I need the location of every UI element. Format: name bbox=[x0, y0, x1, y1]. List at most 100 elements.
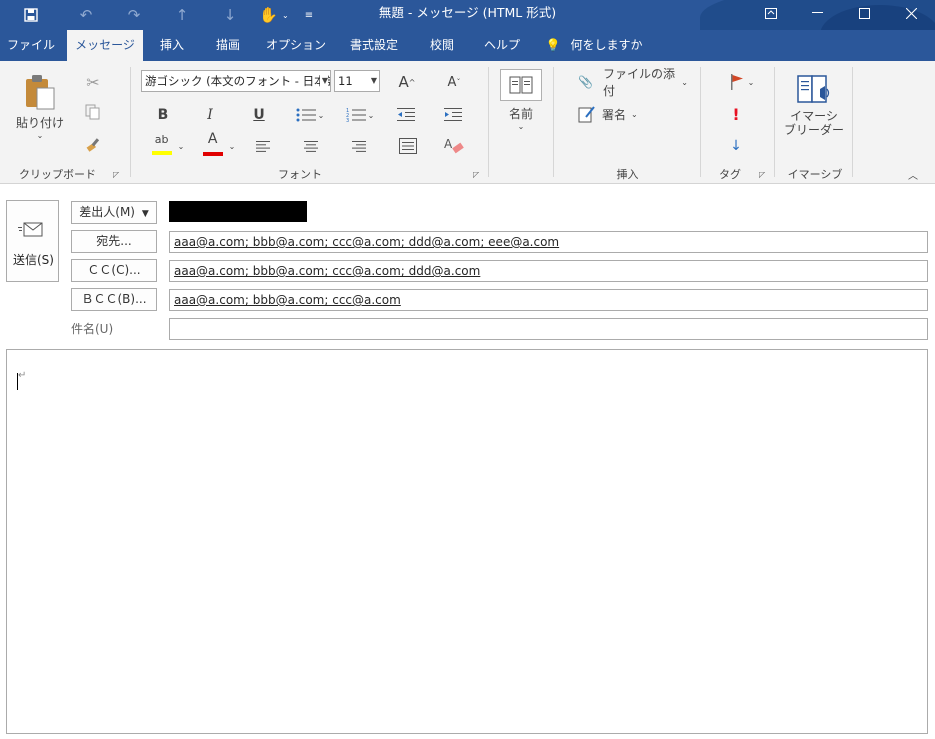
paste-icon bbox=[26, 75, 55, 110]
paste-button[interactable]: 貼り付け ⌄ bbox=[12, 67, 68, 147]
to-button[interactable]: 宛先... bbox=[71, 230, 157, 253]
group-label-immersive: イマーシブ bbox=[787, 168, 843, 181]
low-importance-icon[interactable]: ↓ bbox=[726, 135, 746, 157]
grow-font-icon[interactable]: A ^ bbox=[394, 71, 420, 93]
tab-format-text[interactable]: 書式設定 bbox=[338, 30, 410, 61]
paragraph-mark: ↵ bbox=[18, 370, 27, 381]
close-icon[interactable] bbox=[888, 0, 935, 26]
from-label: 差出人(M) bbox=[79, 205, 135, 219]
bcc-button[interactable]: ＢＣＣ(B)... bbox=[71, 288, 157, 311]
immersive-reader-icon bbox=[797, 75, 830, 103]
redo-icon[interactable]: ↷ bbox=[110, 0, 158, 30]
save-icon[interactable] bbox=[0, 0, 62, 30]
signature-icon bbox=[578, 106, 595, 123]
group-label-clipboard: クリップボード bbox=[19, 168, 96, 181]
cc-button[interactable]: ＣＣ(C)... bbox=[71, 259, 157, 282]
quick-access-toolbar: ↶ ↷ ↑ ↓ ✋ ⌄ ≡ bbox=[0, 0, 324, 30]
cut-icon[interactable]: ✂ bbox=[82, 71, 104, 93]
immersive-reader-button[interactable]: イマーシ ブリーダー bbox=[784, 67, 844, 143]
divider bbox=[130, 67, 131, 177]
align-center-icon[interactable] bbox=[300, 136, 322, 156]
format-painter-icon[interactable] bbox=[82, 133, 104, 155]
tab-insert[interactable]: 挿入 bbox=[148, 30, 196, 61]
font-size-combo[interactable]: 11 ▼ bbox=[334, 70, 380, 92]
highlight-color-icon[interactable]: ab ⌄ bbox=[148, 134, 188, 158]
group-label-font: フォント bbox=[278, 168, 322, 181]
numbering-icon[interactable]: 1 2 3 ⌄ bbox=[342, 104, 378, 126]
tell-me-box[interactable]: 💡 何をしますか bbox=[544, 30, 644, 61]
divider bbox=[553, 67, 554, 177]
font-launcher-icon[interactable]: ◸ bbox=[473, 170, 482, 179]
title-bar: ↶ ↷ ↑ ↓ ✋ ⌄ ≡ 無題 - メッセージ (HTML 形式) bbox=[0, 0, 935, 30]
maximize-icon[interactable] bbox=[841, 0, 888, 26]
high-importance-icon[interactable]: ! bbox=[726, 103, 746, 125]
cc-recipients: aaa@a.com; bbb@a.com; ccc@a.com; ddd@a.c… bbox=[174, 264, 481, 278]
group-label-insert: 挿入 bbox=[616, 168, 639, 181]
from-button[interactable]: 差出人(M) ▼ bbox=[71, 201, 157, 224]
tab-review[interactable]: 校閲 bbox=[418, 30, 466, 61]
send-envelope-icon bbox=[18, 222, 43, 237]
chevron-down-icon: ⌄ bbox=[747, 77, 755, 87]
minimize-icon[interactable] bbox=[794, 0, 841, 26]
next-item-icon[interactable]: ↓ bbox=[206, 0, 254, 30]
address-book-button[interactable]: 名前 ⌄ bbox=[499, 65, 543, 135]
customize-qat-icon[interactable]: ≡ bbox=[294, 0, 324, 30]
bcc-recipients: aaa@a.com; bbb@a.com; ccc@a.com bbox=[174, 293, 401, 307]
font-color-icon[interactable]: A ⌄ bbox=[199, 132, 239, 158]
ribbon: 貼り付け ⌄ ✂ クリップボード ◸ 游ゴシック (本文のフォント - 日本語)… bbox=[0, 61, 935, 184]
align-left-icon[interactable] bbox=[252, 136, 274, 156]
cc-field[interactable]: aaa@a.com; bbb@a.com; ccc@a.com; ddd@a.c… bbox=[169, 260, 928, 282]
font-name-value: 游ゴシック (本文のフォント - 日本語) bbox=[145, 74, 331, 88]
previous-item-icon[interactable]: ↑ bbox=[158, 0, 206, 30]
chevron-down-icon: ⌄ bbox=[631, 109, 638, 119]
paperclip-icon: 📎 bbox=[578, 75, 593, 89]
send-button[interactable]: 送信(S) bbox=[6, 200, 59, 282]
tab-file[interactable]: ファイル bbox=[0, 30, 62, 61]
attach-file-button[interactable]: 📎 ファイルの添付 ⌄ bbox=[578, 67, 688, 98]
lightbulb-icon: 💡 bbox=[545, 38, 561, 52]
font-size-value: 11 bbox=[338, 74, 353, 88]
immersive-reader-label: ブリーダー bbox=[784, 123, 845, 137]
dropdown-arrow-icon: ▼ bbox=[141, 209, 149, 219]
paste-label: 貼り付け bbox=[15, 116, 64, 130]
italic-button[interactable]: I bbox=[199, 104, 221, 126]
touch-mode-icon[interactable]: ✋ ⌄ bbox=[254, 0, 294, 30]
font-name-combo[interactable]: 游ゴシック (本文のフォント - 日本語) ▼ bbox=[141, 70, 331, 92]
signature-button[interactable]: 署名 ⌄ bbox=[578, 103, 648, 125]
dropdown-arrow-icon: ▼ bbox=[370, 76, 377, 85]
ribbon-display-options-icon[interactable] bbox=[747, 0, 794, 26]
justify-icon[interactable] bbox=[396, 135, 420, 157]
shrink-font-icon[interactable]: Aˇ bbox=[441, 71, 467, 93]
subject-input[interactable] bbox=[169, 318, 928, 340]
ribbon-tab-bar: ファイル メッセージ 挿入 描画 オプション 書式設定 校閲 ヘルプ 💡 何をしま… bbox=[0, 30, 935, 61]
copy-icon[interactable] bbox=[82, 101, 104, 123]
tab-options[interactable]: オプション bbox=[262, 30, 330, 61]
clipboard-launcher-icon[interactable]: ◸ bbox=[113, 170, 122, 179]
svg-text:A: A bbox=[444, 137, 453, 151]
group-label-tags: タグ bbox=[719, 168, 741, 181]
tab-draw[interactable]: 描画 bbox=[204, 30, 252, 61]
message-body[interactable]: ↵ bbox=[6, 349, 928, 734]
send-label: 送信(S) bbox=[13, 253, 54, 267]
address-book-icon bbox=[509, 76, 533, 94]
tags-launcher-icon[interactable]: ◸ bbox=[759, 170, 768, 179]
chevron-down-icon: ⌄ bbox=[517, 122, 525, 131]
increase-indent-icon[interactable] bbox=[441, 104, 465, 126]
align-right-icon[interactable] bbox=[348, 136, 370, 156]
svg-text:3: 3 bbox=[346, 118, 349, 123]
from-account-redacted bbox=[169, 201, 307, 222]
tab-message[interactable]: メッセージ bbox=[67, 30, 143, 61]
underline-button[interactable]: U bbox=[248, 104, 270, 126]
divider bbox=[488, 67, 489, 177]
to-field[interactable]: aaa@a.com; bbb@a.com; ccc@a.com; ddd@a.c… bbox=[169, 231, 928, 253]
undo-icon[interactable]: ↶ bbox=[62, 0, 110, 30]
bcc-field[interactable]: aaa@a.com; bbb@a.com; ccc@a.com bbox=[169, 289, 928, 311]
follow-up-flag-button[interactable]: ⌄ bbox=[724, 71, 760, 93]
clear-formatting-icon[interactable]: A bbox=[442, 135, 466, 157]
bullets-icon[interactable]: ⌄ bbox=[292, 104, 328, 126]
bold-button[interactable]: B bbox=[152, 104, 174, 126]
collapse-ribbon-icon[interactable]: ︿ bbox=[904, 167, 922, 182]
tab-help[interactable]: ヘルプ bbox=[474, 30, 530, 61]
decrease-indent-icon[interactable] bbox=[394, 104, 418, 126]
names-label: 名前 bbox=[508, 107, 533, 121]
